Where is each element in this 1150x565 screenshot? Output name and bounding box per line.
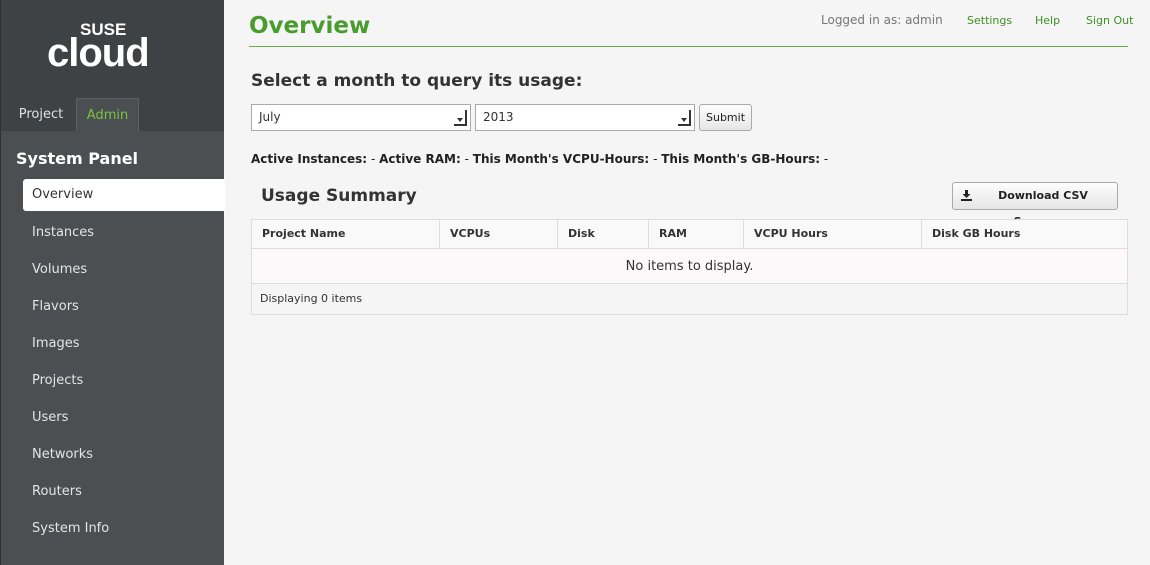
column-header-vcpus[interactable]: VCPUs xyxy=(440,220,558,248)
settings-link[interactable]: Settings xyxy=(967,14,1012,27)
vcpu-hours-label: This Month's VCPU-Hours: xyxy=(472,152,650,166)
download-csv-button[interactable]: Download CSV Summary xyxy=(952,182,1118,228)
sidebar-item-flavors[interactable]: Flavors xyxy=(23,291,225,323)
gb-hours-value: - xyxy=(823,152,829,166)
header-divider xyxy=(249,46,1128,47)
tab-admin[interactable]: Admin xyxy=(76,98,139,131)
vcpu-hours-value: - xyxy=(653,152,658,166)
sidebar-item-users[interactable]: Users xyxy=(23,402,225,434)
sidebar-item-instances[interactable]: Instances xyxy=(23,217,225,249)
download-icon xyxy=(961,190,972,201)
help-link[interactable]: Help xyxy=(1035,14,1060,27)
column-header-project-name[interactable]: Project Name xyxy=(252,220,440,248)
active-instances-value: - xyxy=(370,152,376,166)
table-footer-count: Displaying 0 items xyxy=(252,284,1127,314)
usage-summary-title: Usage Summary xyxy=(261,186,417,206)
active-instances-label: Active Instances: xyxy=(251,152,368,166)
column-header-vcpu-hours[interactable]: VCPU Hours xyxy=(744,220,922,248)
sidebar-item-projects[interactable]: Projects xyxy=(23,365,225,397)
sidebar-item-volumes[interactable]: Volumes xyxy=(23,254,225,286)
svg-text:cloud: cloud xyxy=(47,31,149,70)
active-ram-label: Active RAM: xyxy=(379,152,461,166)
month-select[interactable]: July xyxy=(251,104,471,131)
panel-title: System Panel xyxy=(16,149,139,168)
gb-hours-label: This Month's GB-Hours: xyxy=(661,152,821,166)
page-title: Overview xyxy=(249,13,371,39)
usage-stats: Active Instances: - Active RAM: - This M… xyxy=(251,152,828,166)
empty-table-message: No items to display. xyxy=(252,249,1127,284)
submit-button[interactable]: Submit xyxy=(699,104,752,131)
table-header: Project Name VCPUs Disk RAM VCPU Hours D… xyxy=(252,220,1127,249)
column-header-ram[interactable]: RAM xyxy=(649,220,744,248)
tab-project[interactable]: Project xyxy=(9,98,73,131)
sidebar-item-networks[interactable]: Networks xyxy=(23,439,225,471)
chevron-down-icon xyxy=(678,110,691,126)
sidebar-item-routers[interactable]: Routers xyxy=(23,476,225,508)
sidebar: SUSE cloud Project Admin System Panel Ov… xyxy=(0,0,225,565)
suse-cloud-logo: SUSE cloud xyxy=(47,20,150,70)
sidebar-item-overview[interactable]: Overview xyxy=(23,179,225,211)
year-select-value: 2013 xyxy=(483,110,514,124)
logged-in-user: Logged in as: admin xyxy=(821,13,943,27)
query-title: Select a month to query its usage: xyxy=(251,71,583,91)
column-header-disk-gb-hours[interactable]: Disk GB Hours xyxy=(922,220,1127,248)
column-header-disk[interactable]: Disk xyxy=(558,220,649,248)
active-ram-value: - xyxy=(464,152,469,166)
year-select[interactable]: 2013 xyxy=(475,104,695,131)
month-select-value: July xyxy=(259,110,281,124)
sidebar-item-system-info[interactable]: System Info xyxy=(23,513,225,545)
usage-table: Project Name VCPUs Disk RAM VCPU Hours D… xyxy=(251,219,1128,315)
chevron-down-icon xyxy=(454,110,467,126)
sign-out-link[interactable]: Sign Out xyxy=(1086,14,1133,27)
sidebar-item-images[interactable]: Images xyxy=(23,328,225,360)
